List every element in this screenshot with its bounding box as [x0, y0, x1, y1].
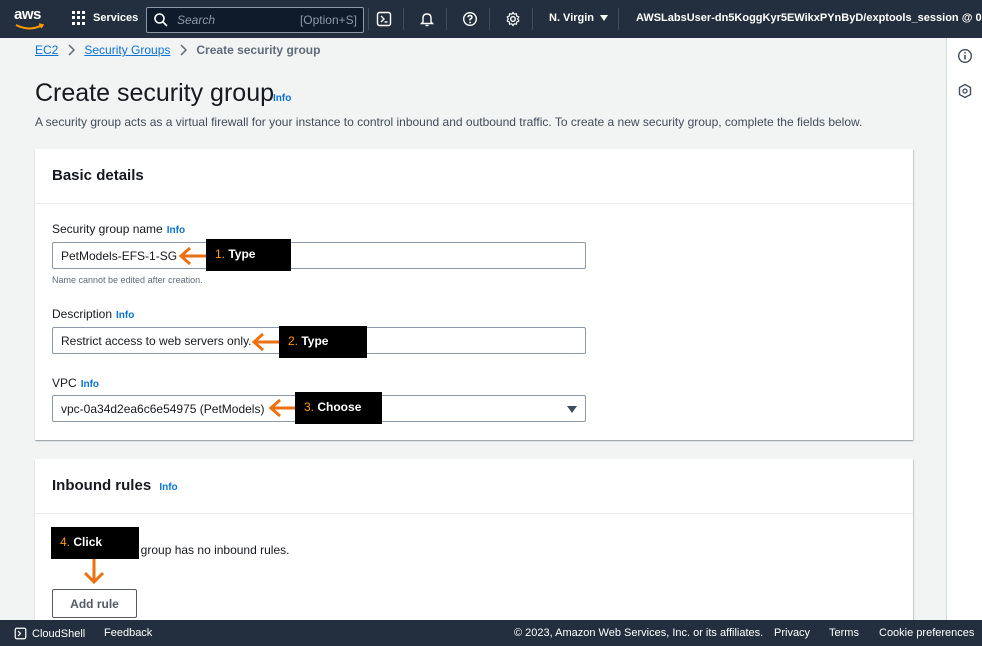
annotation-number: 4. [60, 535, 71, 549]
description-info-link[interactable]: Info [116, 310, 134, 321]
annotation-text: Click [73, 535, 103, 549]
cloudshell-icon[interactable] [375, 10, 393, 28]
security-group-name-label: Security group name Info [52, 222, 185, 236]
annotation-text: Choose [317, 400, 362, 414]
name-input-value: PetModels-EFS-1-SG [61, 249, 178, 263]
page-title: Create security group [35, 79, 275, 107]
page-info-link[interactable]: Info [273, 93, 291, 104]
vpc-select-value: vpc-0a34d2ea6c6e54975 (PetModels) [61, 402, 265, 416]
annotation-step-1: 1. Type [206, 239, 291, 271]
nav-divider [368, 8, 369, 30]
cloudshell-label: CloudShell [32, 627, 86, 640]
security-group-name-input[interactable]: PetModels-EFS-1-SG [52, 242, 586, 269]
annotation-step-2: 2. Type [279, 326, 367, 358]
nav-divider [489, 8, 490, 30]
nav-divider [618, 8, 619, 30]
annotation-arrow-down-icon [83, 559, 105, 585]
region-selector[interactable]: N. Virgin [549, 12, 609, 24]
services-menu[interactable]: Services [72, 11, 138, 25]
field-label-text: Description [52, 307, 113, 321]
field-label-text: VPC [52, 376, 77, 390]
vpc-label: VPC Info [52, 376, 99, 390]
annotation-number: 1. [215, 247, 226, 261]
page-description: A security group acts as a virtual firew… [35, 115, 863, 129]
account-label: AWSLabsUser-dn5KoggKyr5EWikxPYnByD/expto… [636, 12, 982, 24]
privacy-link[interactable]: Privacy [774, 627, 810, 639]
tutorial-panel-icon[interactable] [957, 83, 973, 99]
region-label: N. Virgin [549, 12, 595, 24]
field-label-text: Security group name [52, 222, 163, 236]
annotation-number: 3. [304, 400, 315, 414]
utility-rail [946, 38, 982, 620]
cookie-preferences-link[interactable]: Cookie preferences [879, 627, 974, 639]
annotation-arrow-left-icon [178, 246, 206, 266]
vpc-info-link[interactable]: Info [81, 379, 99, 390]
breadcrumb-ec2-link[interactable]: EC2 [35, 43, 58, 57]
chevron-right-icon [180, 44, 188, 56]
chevron-right-icon [68, 44, 76, 56]
grid-icon [72, 11, 86, 25]
terms-link[interactable]: Terms [829, 627, 859, 639]
inbound-info-link[interactable]: Info [159, 482, 177, 493]
caret-down-icon [600, 15, 609, 21]
add-rule-button[interactable]: Add rule [52, 589, 137, 618]
description-input-value: Restrict access to web servers only. [61, 334, 252, 348]
annotation-step-3: 3. Choose [295, 392, 382, 424]
nav-divider [532, 8, 533, 30]
help-icon[interactable] [461, 10, 479, 28]
nav-divider [403, 8, 404, 30]
account-menu[interactable]: AWSLabsUser-dn5KoggKyr5EWikxPYnByD/expto… [636, 12, 982, 24]
annotation-arrow-left-icon [251, 332, 279, 352]
search-icon [154, 13, 168, 27]
description-label: Description Info [52, 307, 134, 321]
notifications-bell-icon[interactable] [418, 10, 436, 28]
info-panel-icon[interactable] [957, 48, 973, 64]
services-label: Services [93, 12, 139, 24]
aws-smile-icon [15, 23, 45, 30]
caret-down-icon [567, 406, 577, 413]
inbound-rules-heading: Inbound rules Info [35, 459, 913, 514]
name-info-link[interactable]: Info [167, 225, 185, 236]
basic-details-heading: Basic details [35, 149, 913, 204]
name-hint: Name cannot be edited after creation. [52, 275, 203, 285]
search-input[interactable]: Search [Option+S] [146, 7, 364, 33]
cloudshell-button[interactable]: CloudShell [14, 627, 85, 640]
basic-details-panel: Basic details Security group name Info Pe… [35, 149, 913, 440]
top-navigation: aws Services Search [Option+S] N. Virgin [0, 0, 982, 38]
aws-logo-text: aws [14, 6, 41, 23]
annotation-arrow-left-icon [268, 398, 296, 418]
annotation-number: 2. [288, 334, 299, 348]
annotation-step-4: 4. Click [51, 527, 139, 559]
feedback-link[interactable]: Feedback [104, 627, 152, 639]
inbound-rules-panel: Inbound rules Info This security group h… [35, 459, 913, 624]
inbound-heading-text: Inbound rules [52, 477, 152, 494]
search-shortcut: [Option+S] [299, 13, 357, 27]
nav-divider [446, 8, 447, 30]
annotation-text: Type [228, 247, 256, 261]
cloudshell-icon [14, 627, 27, 640]
search-placeholder: Search [177, 13, 216, 27]
settings-gear-icon[interactable] [504, 10, 522, 28]
annotation-text: Type [301, 334, 329, 348]
aws-logo[interactable]: aws [14, 6, 48, 32]
breadcrumb-current: Create security group [196, 43, 321, 57]
breadcrumb: EC2 Security Groups Create security grou… [35, 43, 320, 57]
breadcrumb-security-groups-link[interactable]: Security Groups [84, 43, 170, 57]
copyright-text: © 2023, Amazon Web Services, Inc. or its… [514, 627, 764, 639]
footer: CloudShell Feedback © 2023, Amazon Web S… [0, 620, 982, 646]
